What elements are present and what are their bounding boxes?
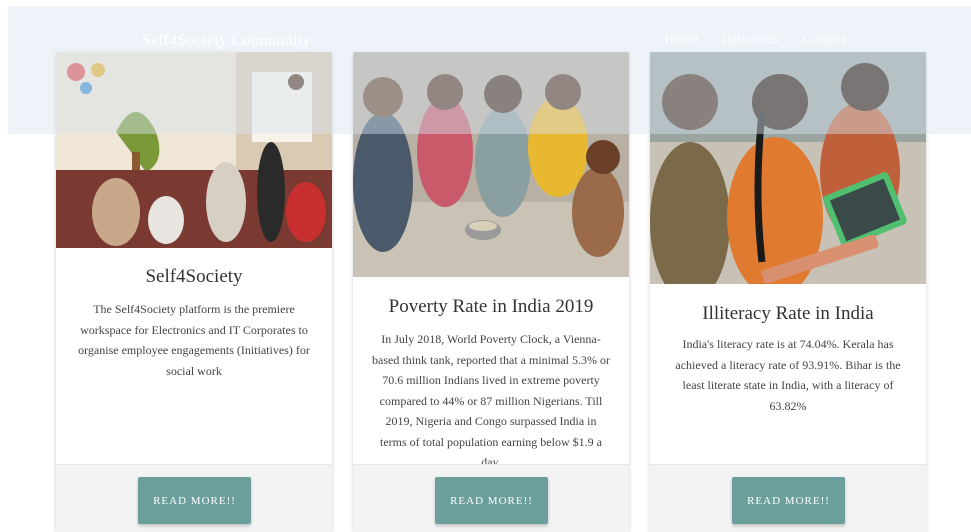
card-illiteracy-rate: Illiteracy Rate in India India's literac… (650, 52, 926, 532)
card-self4society: Self4Society The Self4Society platform i… (56, 52, 332, 532)
card-title: Poverty Rate in India 2019 (388, 296, 594, 317)
card-text: India's literacy rate is at 74.04%. Kera… (675, 337, 901, 413)
nav-link-initiatives[interactable]: Initiatives (722, 32, 778, 48)
card-image-classroom (56, 52, 332, 248)
card-image-children-eating (353, 52, 629, 277)
classroom-photo-icon (56, 52, 332, 248)
read-more-button[interactable]: READ MORE!! (435, 477, 548, 524)
card-title: Self4Society (145, 266, 243, 287)
card-title: Illiteracy Rate in India (702, 303, 874, 324)
card-poverty-rate: Poverty Rate in India 2019 In July 2018,… (353, 52, 629, 532)
nav-links: Home Initiatives Contact (664, 32, 846, 48)
card-action: READ MORE!! (650, 464, 926, 532)
nav-link-home[interactable]: Home (664, 32, 698, 48)
card-image-children-studying (650, 52, 926, 284)
brand-logo-text[interactable]: Self4Society Community (142, 32, 311, 50)
read-more-button[interactable]: READ MORE!! (138, 477, 251, 524)
students-photo-icon (650, 52, 926, 284)
nav-link-contact[interactable]: Contact (802, 32, 846, 48)
card-action: READ MORE!! (353, 464, 629, 532)
children-photo-icon (353, 52, 629, 277)
card-text: In July 2018, World Poverty Clock, a Vie… (372, 332, 610, 469)
read-more-button[interactable]: READ MORE!! (732, 477, 845, 524)
card-action: READ MORE!! (56, 464, 332, 532)
card-text: The Self4Society platform is the premier… (78, 302, 310, 378)
